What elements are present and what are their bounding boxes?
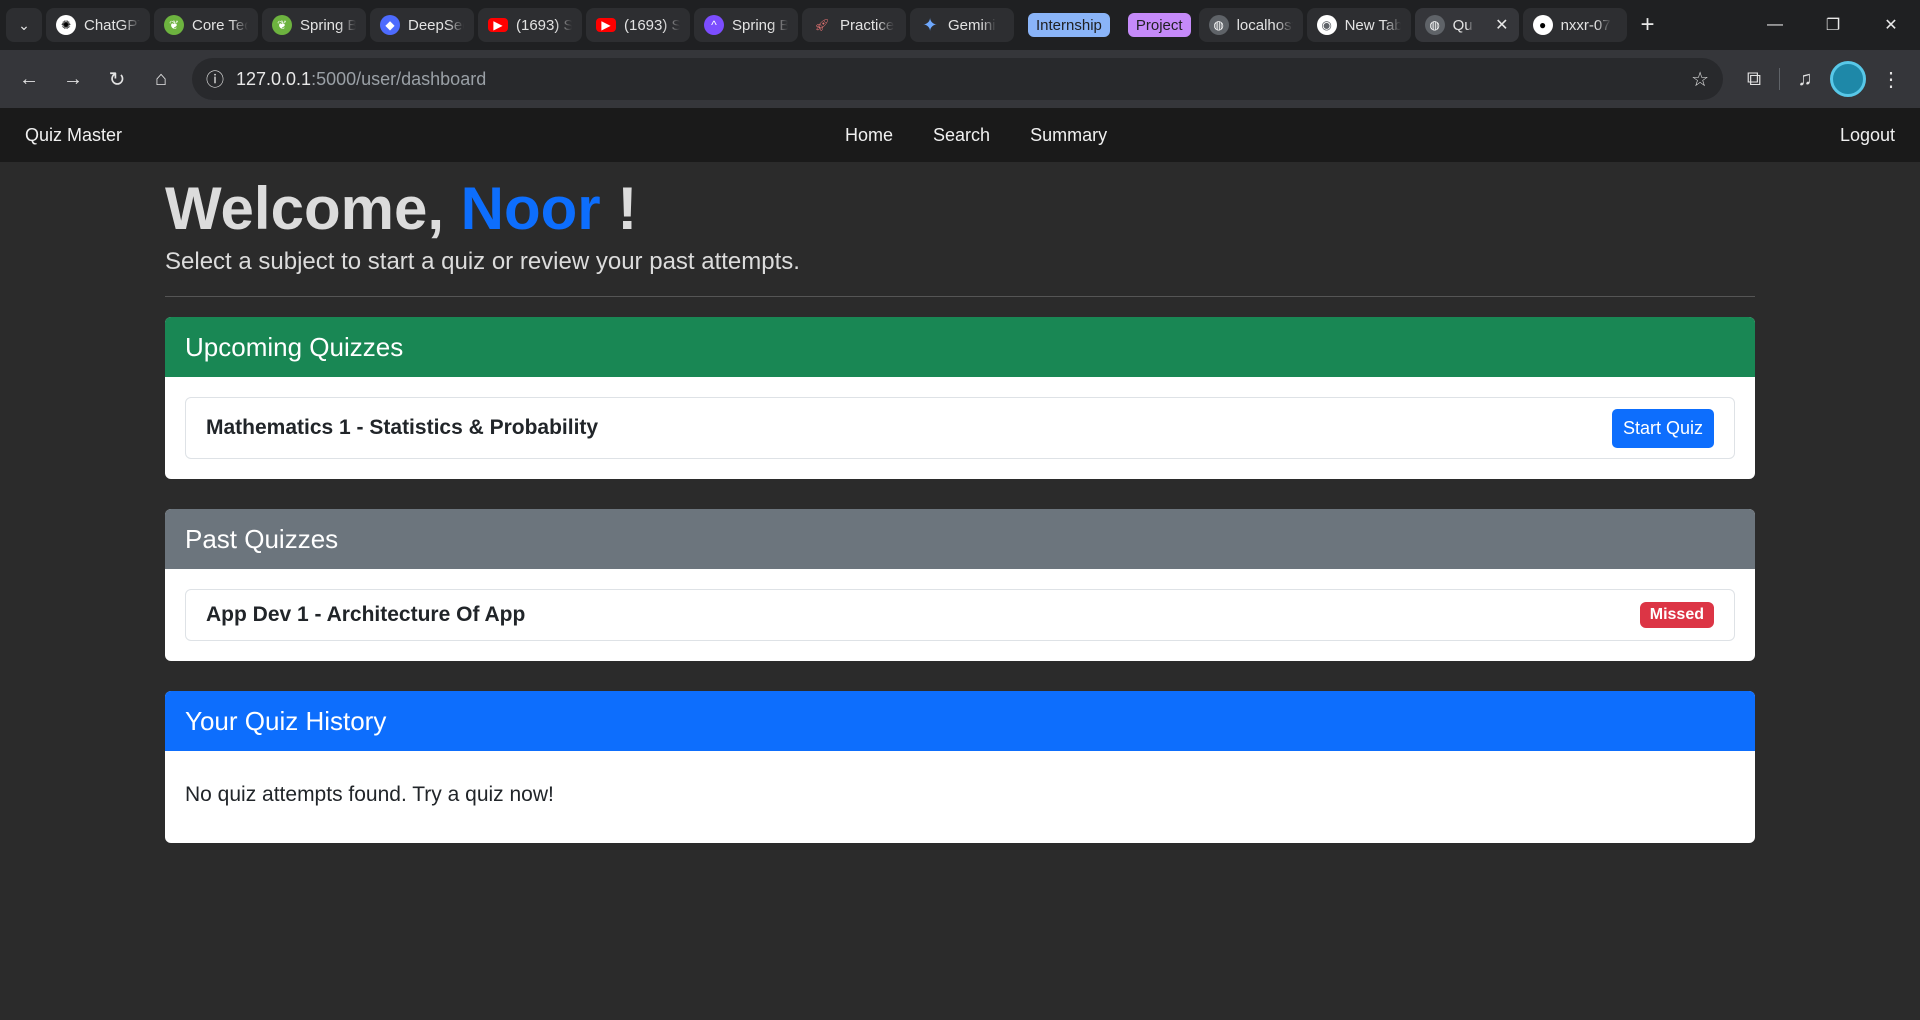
- close-window-icon[interactable]: ✕: [1862, 0, 1920, 50]
- tab-group-label: Project: [1127, 13, 1191, 37]
- spring-leaf-icon: ❦: [272, 15, 292, 35]
- browser-tab[interactable]: ◍ localhost: [1198, 8, 1303, 42]
- home-icon[interactable]: ⌂: [142, 60, 180, 98]
- url-text: 127.0.0.1:5000/user/dashboard: [236, 69, 486, 90]
- browser-tab[interactable]: 🚀︎ Practice: [802, 8, 906, 42]
- welcome-suffix: !: [600, 175, 638, 242]
- tab-group-project[interactable]: Project: [1124, 8, 1195, 42]
- welcome-prefix: Welcome,: [165, 175, 461, 242]
- back-icon[interactable]: ←: [10, 60, 48, 98]
- new-tab-button[interactable]: +: [1631, 8, 1665, 42]
- tab-title: nxxr-07: [1560, 16, 1611, 34]
- welcome-heading: Welcome, Noor !: [165, 176, 1755, 242]
- past-quizzes-card: Past Quizzes App Dev 1 - Architecture Of…: [165, 509, 1755, 661]
- upcoming-quizzes-card: Upcoming Quizzes Mathematics 1 - Statist…: [165, 317, 1755, 479]
- tab-title: New Tab: [1344, 16, 1401, 34]
- card-header: Upcoming Quizzes: [165, 317, 1755, 377]
- gemini-icon: ✦: [922, 14, 938, 35]
- nav-search-link[interactable]: Search: [933, 125, 990, 146]
- profile-avatar[interactable]: [1830, 61, 1866, 97]
- tab-title: ChatGPT: [84, 16, 140, 34]
- quiz-name: Mathematics 1 - Statistics & Probability: [206, 416, 599, 439]
- tab-group-label: Internship: [1028, 13, 1110, 37]
- spring-arrow-icon: ^: [704, 15, 724, 35]
- url-host: 127.0.0.1: [236, 68, 312, 89]
- minimize-icon[interactable]: —: [1746, 0, 1804, 50]
- nav-links: Home Search Summary: [845, 125, 1107, 146]
- nav-summary-link[interactable]: Summary: [1030, 125, 1107, 146]
- browser-tab[interactable]: ^ Spring B: [694, 8, 798, 42]
- empty-state-message: No quiz attempts found. Try a quiz now!: [185, 783, 554, 806]
- quiz-history-card: Your Quiz History No quiz attempts found…: [165, 691, 1755, 843]
- url-path: :5000/user/dashboard: [311, 68, 487, 89]
- browser-tab[interactable]: ▶ (1693) S: [586, 8, 690, 42]
- rocket-icon: 🚀︎: [814, 18, 830, 32]
- youtube-icon: ▶: [596, 18, 616, 32]
- browser-tabstrip: ⌄ ✺ ChatGPT ❦ Core Tech ❦ Spring Boot ◆ …: [0, 0, 1920, 50]
- window-controls: — ❐ ✕: [1746, 0, 1920, 50]
- restore-icon[interactable]: ❐: [1804, 0, 1862, 50]
- browser-tab[interactable]: ✺ ChatGPT: [46, 8, 150, 42]
- tab-title: Practice: [840, 16, 895, 34]
- browser-toolbar: ← → ↻ ⌂ ⓘ 127.0.0.1:5000/user/dashboard …: [0, 50, 1920, 108]
- spring-leaf-icon: ❦: [164, 15, 184, 35]
- tab-title: Qu: [1452, 16, 1473, 34]
- tab-title: Gemini: [948, 16, 996, 34]
- dashboard-container: Welcome, Noor ! Select a subject to star…: [165, 162, 1755, 843]
- browser-tab[interactable]: ◉ New Tab: [1306, 8, 1411, 42]
- globe-icon: ◍: [1208, 15, 1229, 35]
- site-navbar: Quiz Master Home Search Summary Logout: [0, 108, 1920, 162]
- tab-search-chevron-icon[interactable]: ⌄: [6, 8, 42, 42]
- card-body: App Dev 1 - Architecture Of App Missed: [165, 569, 1755, 661]
- tab-title: Core Tech: [192, 16, 248, 34]
- start-quiz-button[interactable]: Start Quiz: [1611, 408, 1714, 448]
- brand-link[interactable]: Quiz Master: [25, 125, 122, 146]
- site-info-icon[interactable]: ⓘ: [206, 66, 224, 92]
- tab-title: (1693) S: [516, 16, 572, 34]
- card-header: Your Quiz History: [165, 691, 1755, 751]
- menu-kebab-icon[interactable]: ⋮: [1872, 60, 1910, 98]
- browser-tab-active[interactable]: ◍ Qu ✕: [1414, 8, 1519, 42]
- tab-group-internship[interactable]: Internship: [1018, 8, 1120, 42]
- status-badge: Missed: [1639, 602, 1714, 628]
- deepseek-icon: ◆: [380, 15, 400, 35]
- browser-tab[interactable]: ◆ DeepSeek: [370, 8, 474, 42]
- browser-tab[interactable]: ❦ Spring Boot: [262, 8, 366, 42]
- card-body: No quiz attempts found. Try a quiz now!: [165, 751, 1755, 843]
- tab-title: DeepSeek: [408, 16, 464, 34]
- extensions-icon[interactable]: ⧉: [1735, 60, 1773, 98]
- globe-icon: ◍: [1424, 15, 1445, 35]
- github-icon: ●: [1532, 15, 1553, 35]
- tab-title: Spring Boot: [300, 16, 356, 34]
- media-controls-icon[interactable]: ♫: [1786, 60, 1824, 98]
- quiz-name: App Dev 1 - Architecture Of App: [206, 603, 526, 626]
- youtube-icon: ▶: [488, 18, 508, 32]
- forward-icon[interactable]: →: [54, 60, 92, 98]
- reload-icon[interactable]: ↻: [98, 60, 136, 98]
- address-bar[interactable]: ⓘ 127.0.0.1:5000/user/dashboard ☆: [192, 58, 1723, 100]
- list-item: App Dev 1 - Architecture Of App Missed: [185, 589, 1735, 641]
- browser-tab[interactable]: ✦ Gemini: [910, 8, 1014, 42]
- tab-title: localhost: [1236, 16, 1293, 34]
- logout-link[interactable]: Logout: [1840, 125, 1895, 146]
- chrome-icon: ◉: [1316, 15, 1337, 35]
- card-header: Past Quizzes: [165, 509, 1755, 569]
- toolbar-divider: [1779, 68, 1780, 90]
- divider: [165, 296, 1755, 297]
- welcome-subtitle: Select a subject to start a quiz or revi…: [165, 248, 800, 275]
- browser-tab[interactable]: ❦ Core Tech: [154, 8, 258, 42]
- browser-tab[interactable]: ● nxxr-07: [1522, 8, 1627, 42]
- list-item: Mathematics 1 - Statistics & Probability…: [185, 397, 1735, 459]
- user-name: Noor: [460, 175, 601, 242]
- card-body: Mathematics 1 - Statistics & Probability…: [165, 377, 1755, 479]
- bookmark-star-icon[interactable]: ☆: [1691, 67, 1709, 92]
- tab-title: (1693) S: [624, 16, 680, 34]
- nav-home-link[interactable]: Home: [845, 125, 893, 146]
- chatgpt-icon: ✺: [56, 15, 76, 35]
- tab-title: Spring B: [732, 16, 788, 34]
- browser-tab[interactable]: ▶ (1693) S: [478, 8, 582, 42]
- close-tab-icon[interactable]: ✕: [1495, 15, 1508, 35]
